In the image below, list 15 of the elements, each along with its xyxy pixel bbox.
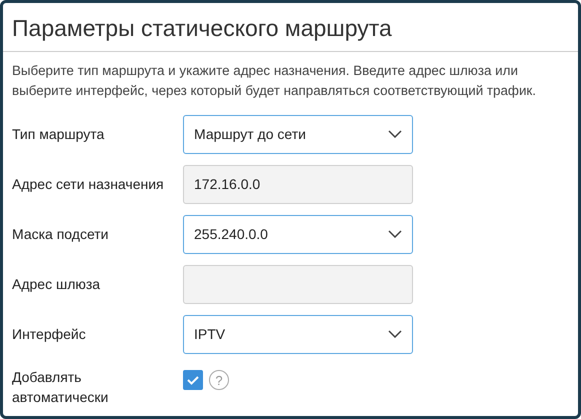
field-label: Интерфейс [12,326,87,342]
field-label: Адрес шлюза [12,276,102,292]
dropdown[interactable]: IPTV [183,314,413,354]
description-text: Выберите тип маршрута и укажите адрес назначения. Введите адрес шлюза или выберите интерфейс, через который будет направляться соответствующий трафик. [12,62,538,100]
checkbox[interactable] [183,370,203,390]
field-label: Адрес сети назначения [12,176,165,192]
field-label: Тип маршрута [12,126,106,142]
dropdown[interactable]: Маршрут до сети [183,114,413,154]
chevron-icon [388,330,402,338]
checkbox-label: Добавлять автоматически [12,368,110,407]
chevron-icon [388,230,402,238]
dialog-title: Параметры статического маршрута [11,14,393,43]
chevron-icon [388,130,402,138]
field-label: Маска подсети [12,226,110,242]
dropdown[interactable]: 255.240.0.0 [183,214,413,254]
